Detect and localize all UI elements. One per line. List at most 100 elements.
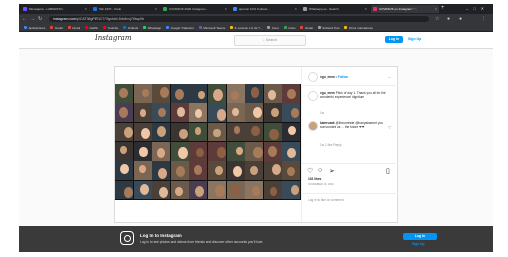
video-tile bbox=[152, 103, 171, 123]
follow-button[interactable]: Follow bbox=[338, 75, 348, 79]
participant-face bbox=[272, 164, 282, 176]
participant-face bbox=[175, 187, 184, 197]
banner-title: Log In to Instagram bbox=[140, 233, 182, 238]
video-tile bbox=[170, 103, 189, 123]
instagram-header: Instagram ⌕ Search Log In Sign Up bbox=[19, 32, 493, 49]
avatar[interactable] bbox=[308, 72, 318, 82]
video-tile bbox=[115, 84, 133, 103]
comment-icon[interactable]: ○ bbox=[318, 167, 322, 174]
post-media[interactable] bbox=[115, 67, 301, 222]
participant-face bbox=[142, 89, 149, 98]
avatar[interactable] bbox=[308, 121, 318, 131]
close-icon[interactable]: ✕ bbox=[294, 7, 297, 11]
forward-icon[interactable]: → bbox=[30, 16, 35, 22]
caption-timestamp: 1w bbox=[320, 111, 325, 115]
participant-face bbox=[119, 107, 129, 118]
participant-face bbox=[233, 125, 241, 134]
bookmark-favicon-icon bbox=[283, 26, 287, 29]
new-tab-icon[interactable]: + bbox=[441, 5, 445, 11]
bookmark-label: Gmail bbox=[304, 25, 313, 30]
bookmark-item[interactable]: Gmail bbox=[50, 26, 63, 30]
close-icon[interactable]: ✕ bbox=[154, 7, 157, 11]
video-tile bbox=[133, 84, 152, 103]
instagram-logo[interactable]: Instagram bbox=[95, 34, 132, 42]
more-options-icon[interactable]: ... bbox=[388, 74, 391, 79]
participant-face bbox=[286, 147, 296, 159]
browser-tab[interactable]: Mensajeria - LABORATO... ✕ bbox=[21, 5, 89, 13]
bookmark-item[interactable]: Amor bbox=[267, 26, 279, 30]
close-icon[interactable]: ✕ bbox=[84, 7, 87, 11]
browser-tab[interactable]: COVIDIOS 2020 Instagram... ✕ bbox=[161, 5, 229, 13]
bookmark-item[interactable]: Subscrit Test bbox=[317, 26, 339, 30]
reload-icon[interactable]: ↻ bbox=[38, 16, 42, 22]
participant-face bbox=[139, 164, 147, 173]
video-tile bbox=[245, 122, 264, 142]
participant-face bbox=[159, 87, 169, 99]
participant-face bbox=[176, 107, 186, 118]
participant-face bbox=[156, 148, 165, 159]
bookmark-item[interactable]: Inicio bbox=[283, 26, 295, 30]
bookmark-item[interactable]: Outlook bbox=[123, 26, 138, 30]
bookmark-favicon-icon bbox=[143, 26, 147, 29]
close-icon[interactable]: ✕ bbox=[434, 7, 437, 11]
bookmark-item[interactable]: Google Traductor bbox=[166, 26, 194, 30]
bookmark-favicon-icon bbox=[85, 26, 89, 29]
profile-icon[interactable]: ● bbox=[459, 16, 462, 22]
login-button[interactable]: Log In bbox=[385, 36, 403, 43]
participant-face bbox=[175, 89, 185, 100]
video-tile bbox=[263, 84, 282, 103]
participant-face bbox=[287, 89, 296, 100]
like-icon[interactable]: ♡ bbox=[307, 167, 313, 175]
menu-icon[interactable]: ⋮ bbox=[481, 16, 486, 22]
banner-signup-link[interactable]: Sign Up bbox=[412, 242, 424, 246]
caption: vgu_mem Pitch of day 1. Thank you all fo… bbox=[320, 91, 390, 99]
close-icon[interactable]: ✕ bbox=[364, 7, 367, 11]
banner-login-button[interactable]: Log In bbox=[403, 233, 437, 240]
bookmark-item[interactable]: Aplicaciones bbox=[24, 26, 45, 30]
url-field[interactable]: instagram.com/p/CAT36gPlR1C7/?igshid=1bb… bbox=[49, 16, 429, 22]
browser-tab[interactable]: Tab 1970 - Outlo ✕ bbox=[91, 5, 159, 13]
video-tile bbox=[189, 161, 208, 181]
bookmark-item[interactable]: Otros marcadores bbox=[344, 26, 373, 30]
bookmark-item[interactable]: Youtube bbox=[102, 26, 118, 30]
login-to-comment-prompt[interactable]: Log in to like or comment. bbox=[308, 198, 345, 202]
video-call-grid-image bbox=[115, 84, 301, 200]
bookmark-item[interactable]: IL Lexicon 1.0 de Y... bbox=[230, 26, 262, 30]
tab-favicon-icon bbox=[373, 7, 377, 11]
video-tile bbox=[282, 84, 301, 103]
window-controls[interactable]: –□✕ bbox=[466, 6, 489, 11]
bookmark-item[interactable]: Whatsapp bbox=[143, 26, 161, 30]
video-tile bbox=[226, 161, 245, 181]
bookmark-item[interactable]: Gmail bbox=[300, 25, 313, 30]
bookmark-label: Outlook bbox=[127, 25, 139, 30]
browser-tab-active[interactable]: COVIDIOS on Instagram: "... ✕ bbox=[371, 5, 439, 13]
bookmark-favicon-icon bbox=[123, 26, 127, 29]
participant-face bbox=[270, 107, 279, 118]
browser-tab[interactable]: Whatsapp.es - Search ✕ bbox=[301, 5, 369, 13]
extension-icon[interactable]: ● bbox=[447, 16, 450, 22]
participant-face bbox=[141, 128, 151, 140]
tab-label: Tab 1970 - Outlo bbox=[99, 7, 122, 11]
participant-face bbox=[195, 147, 204, 158]
share-icon[interactable]: ➢ bbox=[329, 167, 335, 175]
likes-count[interactable]: 102 likes bbox=[308, 177, 321, 181]
video-tile bbox=[170, 122, 189, 142]
browser-tab[interactable]: aprovar 10% Instituto... ✕ bbox=[231, 5, 299, 13]
participant-face bbox=[179, 128, 188, 140]
bookmark-item[interactable]: Microsoft Teams bbox=[198, 26, 225, 30]
search-input[interactable]: ⌕ Search bbox=[234, 35, 306, 46]
tab-favicon-icon bbox=[163, 7, 167, 11]
post-author-row: vgu_mem • Follow bbox=[320, 75, 348, 79]
bookmark-item[interactable]: Netflix bbox=[85, 26, 98, 30]
avatar[interactable] bbox=[308, 91, 318, 101]
bookmark-icon[interactable]: ▯ bbox=[386, 167, 390, 175]
close-icon[interactable]: ✕ bbox=[224, 7, 227, 11]
banner-subtitle: Log in to see photos and videos from fri… bbox=[140, 240, 264, 244]
signup-link[interactable]: Sign Up bbox=[408, 36, 421, 43]
bookmark-item[interactable]: Gmail bbox=[67, 26, 80, 30]
heart-icon[interactable]: ♡ bbox=[388, 125, 392, 130]
back-icon[interactable]: ← bbox=[22, 16, 27, 22]
participant-face bbox=[267, 90, 276, 100]
star-icon[interactable]: ☆ bbox=[435, 16, 439, 22]
post-username[interactable]: vgu_mem bbox=[320, 75, 335, 79]
